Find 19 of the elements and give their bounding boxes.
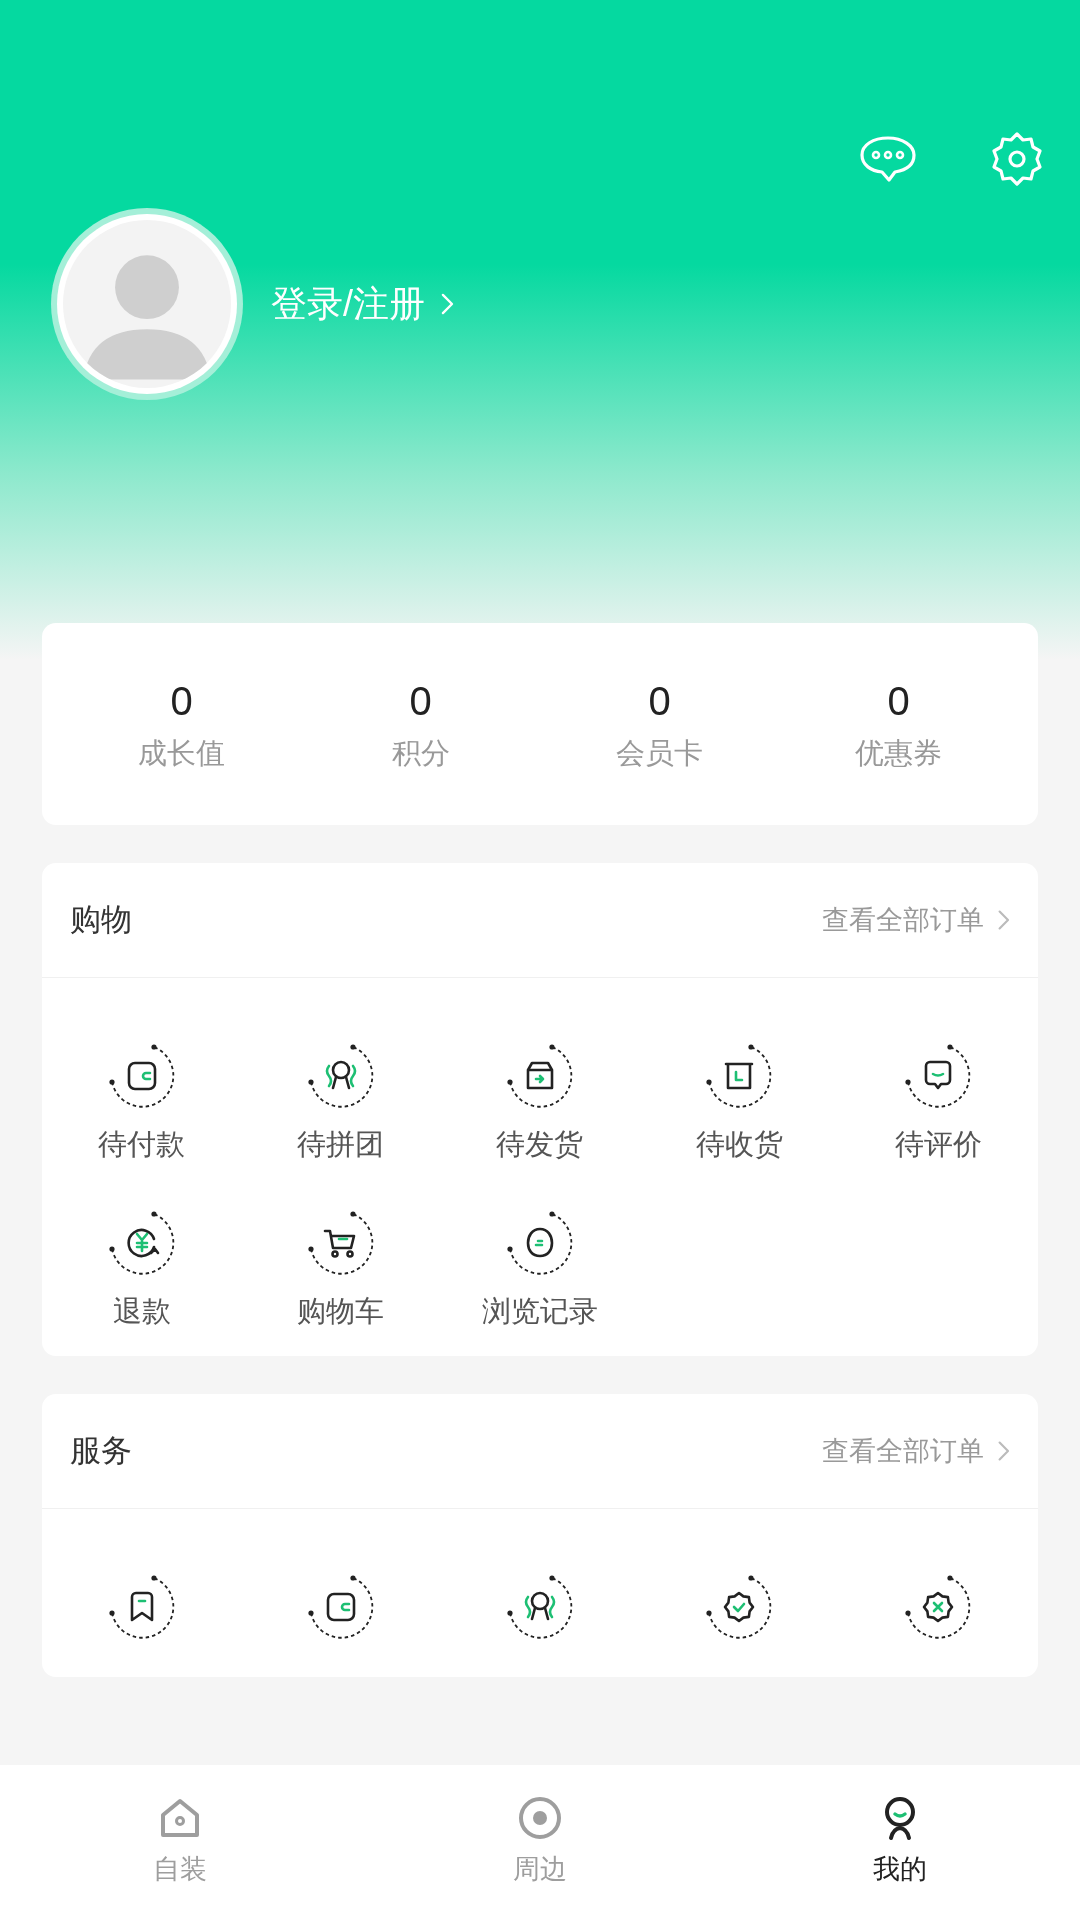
section-title: 购物 xyxy=(70,900,132,939)
section-title: 服务 xyxy=(70,1431,132,1470)
order-item[interactable]: 待付款 xyxy=(42,1036,242,1159)
order-item[interactable]: 待评价 xyxy=(838,1036,1038,1159)
order-item[interactable]: 待发货 xyxy=(440,1036,640,1159)
nav-tab[interactable]: 我的 xyxy=(720,1795,1080,1890)
chevron-right-icon xyxy=(995,908,1010,932)
order-item[interactable]: 待拼团 xyxy=(241,1036,441,1159)
order-item[interactable]: 待收货 xyxy=(639,1036,839,1159)
stat-item[interactable]: 0 优惠券 xyxy=(779,680,1018,768)
chevron-right-icon xyxy=(439,291,455,317)
stat-item[interactable]: 0 会员卡 xyxy=(540,680,779,768)
stat-item[interactable]: 0 积分 xyxy=(301,680,540,768)
target-icon xyxy=(517,1795,563,1842)
order-item[interactable]: 购物车 xyxy=(241,1203,441,1326)
order-item[interactable]: 浏览记录 xyxy=(440,1203,640,1326)
order-item[interactable]: 退款 xyxy=(42,1203,242,1326)
stat-item[interactable]: 0 成长值 xyxy=(62,680,301,768)
chevron-right-icon xyxy=(995,1439,1010,1463)
